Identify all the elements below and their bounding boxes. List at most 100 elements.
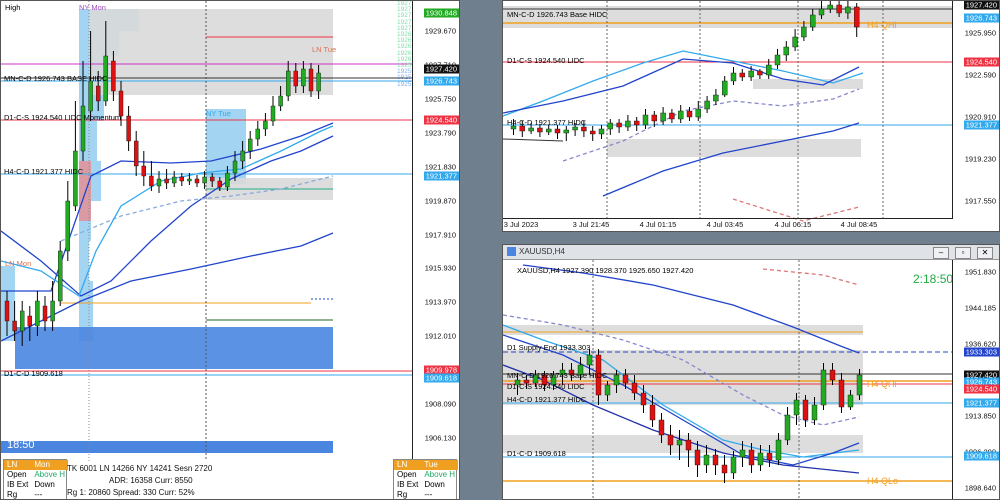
br-price-axis[interactable]: 1951.8301944.1851936.6201929.0601913.850… — [952, 260, 999, 499]
panel-cell: Rg — [397, 490, 408, 499]
stats-line-1: TK 6001 LN 14266 NY 14241 Sesn 2720 — [67, 464, 213, 473]
br-zone-label-mn: MN-C-D 1926.743 Base HIDC — [507, 371, 608, 380]
panel-head-tue: Tue — [424, 460, 438, 469]
candle — [739, 72, 746, 78]
candle — [586, 354, 593, 366]
candle — [598, 128, 605, 135]
candle — [801, 26, 807, 38]
m15-chart-canvas[interactable] — [503, 1, 1000, 232]
left-axis-tick: 1906.130 — [424, 433, 456, 443]
time-axis-label: 4 Jul 06:15 — [774, 220, 812, 229]
candle — [695, 108, 702, 118]
candle — [255, 128, 261, 140]
candle — [88, 80, 93, 112]
candle — [607, 122, 614, 130]
candle — [613, 374, 620, 386]
left-axis-tick: 1912.010 — [424, 331, 456, 341]
candle — [625, 120, 631, 128]
h4-chart-window[interactable]: XAUUSD,H4 – ▫ ✕ XAUUSD,H4 1927.390 1928.… — [502, 244, 1000, 500]
candle — [686, 110, 693, 118]
candle — [27, 315, 32, 327]
time-axis-label: 3 Jul 2023 — [503, 220, 539, 229]
candle — [660, 112, 666, 122]
left-axis-price-tag: 1927.420 — [423, 64, 459, 74]
demand-zone-blue — [15, 327, 333, 369]
m15-chart-window[interactable]: MN-C-D 1926.743 Base HIDC D1-C-S 1924.54… — [502, 0, 1000, 232]
tr-price-axis[interactable]: 1925.950 1922.590 1920.910 1919.230 1917.550… — [952, 1, 999, 219]
time-axis-label: 4 Jul 01:15 — [639, 220, 677, 229]
candle — [757, 70, 763, 76]
br-zone-label-h4: H4-C-D 1921.377 HIDC — [507, 395, 587, 404]
moving-average-slow — [1, 135, 334, 297]
left-axis-price-tag: 1930.848 — [423, 8, 459, 18]
candle — [171, 176, 177, 184]
candle — [748, 70, 754, 78]
tr-time-axis[interactable]: 3 Jul 2023 3 Jul 21:45 4 Jul 01:15 4 Jul 03… — [503, 218, 953, 231]
candle — [622, 374, 629, 384]
price-axis[interactable]: 1929.6701927.7101925.7501923.7901921.830… — [412, 1, 459, 499]
br-zone-label-d1: D1-C-S 1924.540 LIDC — [507, 382, 585, 391]
br-axis-tick: 1944.185 — [964, 303, 996, 313]
main-chart-window[interactable]: High NY Mon LN Tue NY Tue LN Mon MN-C-D … — [0, 0, 460, 500]
tr-axis-price-tag: 1926.743 — [963, 13, 999, 23]
left-axis-tick: 1908.090 — [424, 399, 456, 409]
candle — [572, 126, 578, 131]
candle — [685, 439, 692, 451]
candle — [263, 120, 268, 130]
candle — [554, 128, 561, 134]
br-qhi-label: H4 QHi — [867, 379, 897, 389]
candle — [811, 404, 818, 421]
candle — [802, 399, 809, 421]
candle — [286, 70, 291, 97]
candle — [589, 130, 596, 135]
candle — [308, 68, 314, 92]
candle — [247, 138, 253, 152]
candle — [563, 129, 569, 134]
candle — [783, 46, 789, 56]
panel-head-mon: Mon — [34, 460, 50, 469]
candle — [240, 150, 245, 162]
candle — [721, 80, 728, 96]
left-axis-tick: 1921.830 — [424, 162, 456, 172]
candle — [12, 320, 17, 332]
left-axis-tick: 1913.970 — [424, 297, 456, 307]
demand-zone — [607, 139, 861, 157]
moving-average-light — [1, 125, 334, 297]
left-axis-price-tag: 1926.743 — [423, 76, 459, 86]
br-zone-label-d1cd: D1-C-D 1909.618 — [507, 449, 566, 458]
ny-tue-label: NY Tue — [206, 109, 231, 118]
candle — [616, 122, 622, 128]
br-zone-label-supply: D1 Supply End 1933.303 — [507, 343, 591, 352]
candle — [845, 6, 851, 14]
candle — [133, 140, 139, 167]
ln-mon-label: LN Mon — [5, 259, 32, 268]
candle — [712, 454, 719, 466]
tr-axis-tick: 1917.550 — [964, 196, 996, 206]
panel-cell: --- — [34, 490, 43, 499]
session-panel-mon: LN Mon Open Above H IB Ext Down Rg --- — [3, 459, 69, 499]
candle — [829, 369, 836, 381]
tr-qhi-label: H4 QHi — [867, 20, 897, 30]
candle — [704, 100, 710, 110]
candle — [721, 464, 728, 474]
candle — [677, 110, 684, 120]
ohlc-readout: XAUUSD,H4 1927.390 1928.370 1925.650 192… — [517, 266, 694, 275]
panel-head-ln: LN — [397, 460, 408, 469]
panel-cell: Open — [397, 470, 417, 479]
panel-head-ln: LN — [7, 460, 18, 469]
zone-label-mn: MN-C-D 1926.743 BASE HIDC — [4, 74, 108, 83]
candle — [766, 452, 773, 461]
panel-cell: Open — [7, 470, 27, 479]
candle — [836, 4, 842, 14]
candle — [748, 449, 755, 466]
candle — [784, 414, 791, 441]
candle — [209, 176, 215, 182]
candle — [730, 72, 737, 82]
candle — [667, 434, 674, 446]
candle — [316, 72, 321, 92]
candle — [640, 392, 647, 406]
candle — [703, 454, 710, 466]
left-axis-price-tag: 1924.540 — [423, 115, 459, 125]
candle — [713, 94, 719, 102]
candle — [20, 310, 25, 332]
